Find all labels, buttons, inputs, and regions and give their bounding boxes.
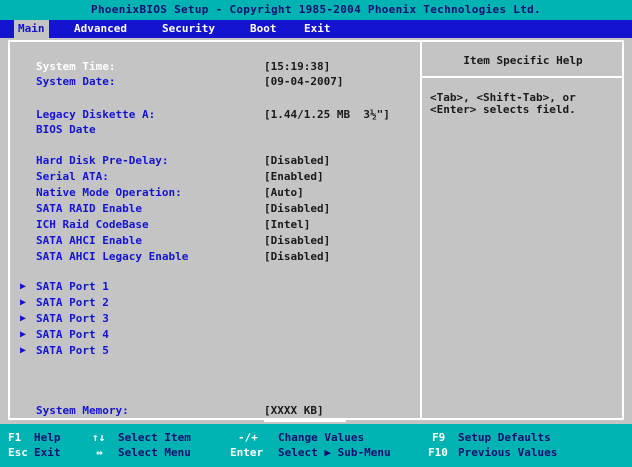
sata-ahci-legacy-label: SATA AHCI Legacy Enable <box>36 250 189 263</box>
sata-ahci-label: SATA AHCI Enable <box>36 234 142 247</box>
submenu-sata-port-4[interactable]: ▶ SATA Port 4 <box>10 328 210 342</box>
submenu-sata-port-3[interactable]: ▶ SATA Port 3 <box>10 312 210 326</box>
help-separator <box>422 76 624 78</box>
serial-ata-value[interactable]: [Enabled] <box>264 170 324 184</box>
submenu-arrow-icon: ▶ <box>20 329 27 340</box>
key-plus-minus-desc: Change Values <box>278 431 365 444</box>
key-f10-desc: Previous Values <box>458 446 558 459</box>
native-mode-label: Native Mode Operation: <box>36 186 182 199</box>
menu-bar: Main Advanced Security Boot Exit <box>0 20 632 38</box>
legacy-diskette-label: Legacy Diskette A: <box>36 108 156 121</box>
legacy-diskette-value[interactable]: [1.44/1.25 MB 3½"] <box>264 108 390 122</box>
system-date-value[interactable]: [09-04-2007] <box>264 75 343 89</box>
hdd-predelay-value[interactable]: [Disabled] <box>264 154 330 168</box>
submenu-arrow-icon: ▶ <box>20 281 27 292</box>
key-plus-minus: -/+ <box>238 431 258 444</box>
submenu-sata-port-2[interactable]: ▶ SATA Port 2 <box>10 296 210 310</box>
title-bar: PhoenixBIOS Setup - Copyright 1985-2004 … <box>0 0 632 20</box>
menu-exit[interactable]: Exit <box>300 20 335 38</box>
key-arrows-vertical-desc: Select Item <box>118 431 191 444</box>
system-memory-label: System Memory: <box>36 404 129 417</box>
main-panel: Item Specific Help <Tab>, <Shift-Tab>, o… <box>8 40 624 422</box>
key-enter-desc: Select ▶ Sub-Menu <box>278 446 391 459</box>
submenu-label: SATA Port 1 <box>36 280 109 293</box>
menu-main[interactable]: Main <box>14 20 49 38</box>
ich-raid-label: ICH Raid CodeBase <box>36 218 149 231</box>
key-f9: F9 <box>432 431 446 444</box>
submenu-label: SATA Port 2 <box>36 296 109 309</box>
submenu-arrow-icon: ▶ <box>20 345 27 356</box>
memory-underline <box>264 420 346 422</box>
native-mode-value[interactable]: [Auto] <box>264 186 304 200</box>
system-time-label: System Time: <box>36 60 116 73</box>
sata-raid-label: SATA RAID Enable <box>36 202 142 215</box>
key-f9-desc: Setup Defaults <box>458 431 551 444</box>
key-esc-desc: Exit <box>34 446 61 459</box>
serial-ata-label: Serial ATA: <box>36 170 109 183</box>
bios-date-label: BIOS Date <box>36 123 96 136</box>
system-time-value[interactable]: [15:19:38] <box>264 60 330 74</box>
key-f1: F1 <box>8 431 22 444</box>
system-memory-value: [XXXX KB] <box>264 404 324 417</box>
help-text: <Tab>, <Shift-Tab>, or <Enter> selects f… <box>430 91 576 116</box>
sata-ahci-value[interactable]: [Disabled] <box>264 234 330 248</box>
system-date-label: System Date: <box>36 75 116 88</box>
submenu-sata-port-5[interactable]: ▶ SATA Port 5 <box>10 344 210 358</box>
menu-advanced[interactable]: Advanced <box>70 20 131 38</box>
submenu-arrow-icon: ▶ <box>20 313 27 324</box>
key-enter: Enter <box>230 446 264 459</box>
help-title: Item Specific Help <box>463 54 583 67</box>
panel-divider <box>420 42 422 418</box>
sata-ahci-legacy-value[interactable]: [Disabled] <box>264 250 330 264</box>
menu-boot[interactable]: Boot <box>246 20 281 38</box>
hdd-predelay-label: Hard Disk Pre-Delay: <box>36 154 169 167</box>
key-arrows-horizontal-desc: Select Menu <box>118 446 191 459</box>
submenu-label: SATA Port 4 <box>36 328 109 341</box>
submenu-sata-port-1[interactable]: ▶ SATA Port 1 <box>10 280 210 294</box>
submenu-label: SATA Port 3 <box>36 312 109 325</box>
key-f1-desc: Help <box>34 431 61 444</box>
key-f10: F10 <box>428 446 448 459</box>
key-arrows-horizontal: ↔ <box>96 446 103 459</box>
submenu-label: SATA Port 5 <box>36 344 109 357</box>
submenu-arrow-icon: ▶ <box>20 297 27 308</box>
menu-security[interactable]: Security <box>158 20 219 38</box>
key-esc: Esc <box>8 446 28 459</box>
sata-raid-value[interactable]: [Disabled] <box>264 202 330 216</box>
key-arrows-vertical: ↑↓ <box>92 431 106 444</box>
ich-raid-value[interactable]: [Intel] <box>264 218 310 232</box>
key-help-bar: F1 Help ↑↓ Select Item -/+ Change Values… <box>0 424 632 467</box>
bios-screen: PhoenixBIOS Setup - Copyright 1985-2004 … <box>0 0 632 467</box>
